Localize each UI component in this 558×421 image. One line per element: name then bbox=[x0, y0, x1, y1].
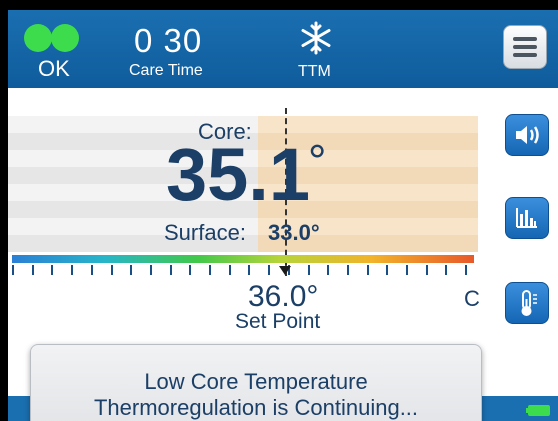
scale-tick bbox=[209, 265, 211, 275]
surface-label: Surface: bbox=[164, 220, 246, 245]
scale-tick bbox=[130, 265, 133, 275]
scale-tick bbox=[228, 265, 231, 275]
status-dot-icon bbox=[51, 24, 79, 52]
scale-tick bbox=[51, 265, 54, 275]
scale-tick bbox=[90, 265, 93, 275]
alert-title: Low Core Temperature bbox=[144, 369, 368, 394]
scale-tick bbox=[465, 265, 468, 275]
scale-tick bbox=[366, 265, 369, 275]
snowflake-icon bbox=[301, 21, 331, 55]
core-degree-symbol: ° bbox=[308, 135, 327, 187]
menu-button[interactable] bbox=[503, 25, 547, 69]
scale-tick bbox=[189, 265, 192, 275]
set-point-label: Set Point bbox=[235, 310, 321, 333]
scale-tick bbox=[445, 265, 448, 275]
status-indicator bbox=[24, 24, 84, 54]
temperature-scale bbox=[12, 255, 474, 263]
scale-tick bbox=[327, 265, 330, 275]
status-dot-icon bbox=[24, 24, 52, 52]
scale-tick bbox=[248, 265, 251, 275]
bar-chart-icon bbox=[516, 208, 537, 228]
volume-button[interactable] bbox=[505, 114, 549, 156]
alert-message: Thermoregulation is Continuing... bbox=[93, 395, 419, 420]
scale-tick bbox=[149, 265, 152, 275]
temperature-button[interactable] bbox=[505, 282, 549, 324]
scale-tick bbox=[12, 265, 14, 275]
trends-button[interactable] bbox=[505, 197, 549, 239]
battery-icon bbox=[526, 405, 550, 416]
set-point-value[interactable]: 36.0° bbox=[248, 280, 318, 314]
status-text: OK bbox=[38, 56, 70, 81]
scale-tick bbox=[169, 265, 172, 275]
scale-ticks bbox=[12, 265, 474, 279]
scale-tick bbox=[307, 265, 310, 275]
care-time-value: 0 30 bbox=[134, 22, 203, 59]
scale-tick bbox=[386, 265, 389, 275]
mode-label: TTM bbox=[298, 63, 331, 80]
scale-tick bbox=[406, 265, 408, 275]
scale-tick bbox=[346, 265, 349, 275]
device-screen: OK 0 30 Care Time TTM Core: 35.1 ° Surfa… bbox=[8, 10, 558, 421]
scale-tick bbox=[268, 265, 271, 275]
temperature-unit: C bbox=[464, 286, 480, 311]
set-point-pointer-icon bbox=[279, 266, 291, 275]
alert-dialog[interactable]: Low Core Temperature Thermoregulation is… bbox=[30, 344, 482, 421]
thermometer-icon bbox=[521, 290, 537, 316]
status-header: OK 0 30 Care Time TTM bbox=[8, 10, 558, 88]
care-time-label: Care Time bbox=[129, 62, 203, 79]
scale-tick bbox=[31, 265, 34, 275]
menu-icon-bar bbox=[513, 53, 537, 57]
menu-icon bbox=[513, 37, 537, 41]
surface-temperature-value: 33.0° bbox=[268, 220, 320, 245]
menu-icon-bar bbox=[513, 45, 537, 49]
speaker-volume-icon bbox=[516, 126, 539, 144]
scale-tick bbox=[110, 265, 113, 275]
scale-tick bbox=[425, 265, 428, 275]
core-temperature-value: 35.1 bbox=[166, 133, 311, 216]
scale-tick bbox=[71, 265, 74, 275]
